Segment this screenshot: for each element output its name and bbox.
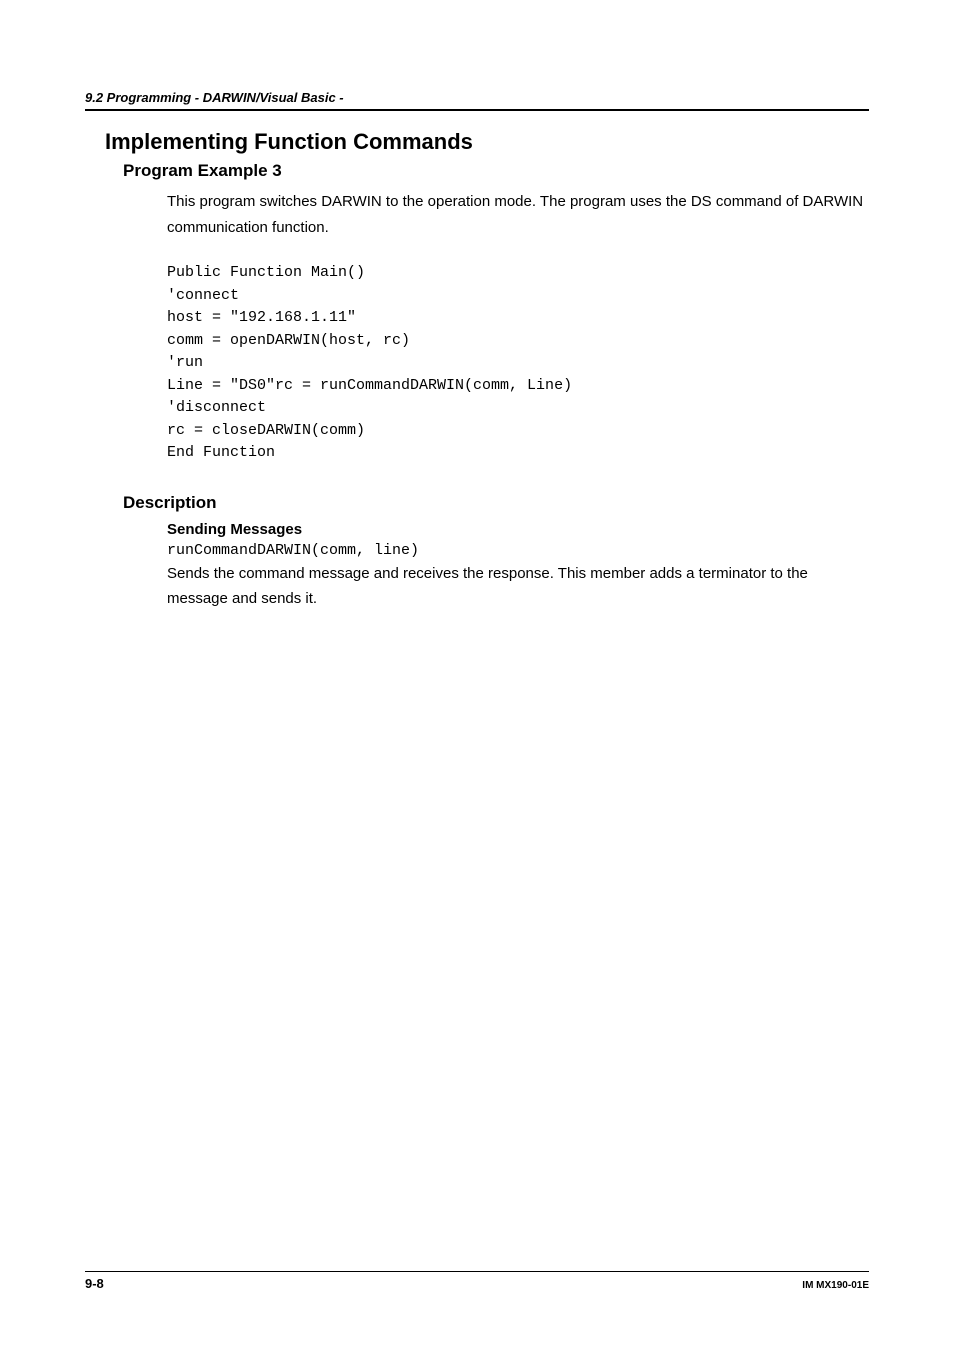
program-example-heading: Program Example 3	[123, 161, 869, 181]
function-signature: runCommandDARWIN(comm, line)	[167, 542, 869, 559]
header-rule	[85, 109, 869, 111]
document-id: IM MX190-01E	[802, 1280, 869, 1291]
section-label: 9.2 Programming - DARWIN/Visual Basic -	[85, 90, 869, 105]
page-header: 9.2 Programming - DARWIN/Visual Basic -	[85, 90, 869, 111]
intro-paragraph: This program switches DARWIN to the oper…	[167, 189, 869, 240]
description-heading: Description	[123, 493, 869, 513]
footer-content: 9-8 IM MX190-01E	[85, 1276, 869, 1291]
main-heading: Implementing Function Commands	[105, 129, 869, 155]
sending-description: Sends the command message and receives t…	[167, 561, 869, 612]
sending-messages-heading: Sending Messages	[167, 521, 869, 538]
page-number: 9-8	[85, 1276, 104, 1291]
footer-rule	[85, 1271, 869, 1272]
page-footer: 9-8 IM MX190-01E	[85, 1271, 869, 1291]
code-block: Public Function Main() 'connect host = "…	[167, 262, 869, 465]
